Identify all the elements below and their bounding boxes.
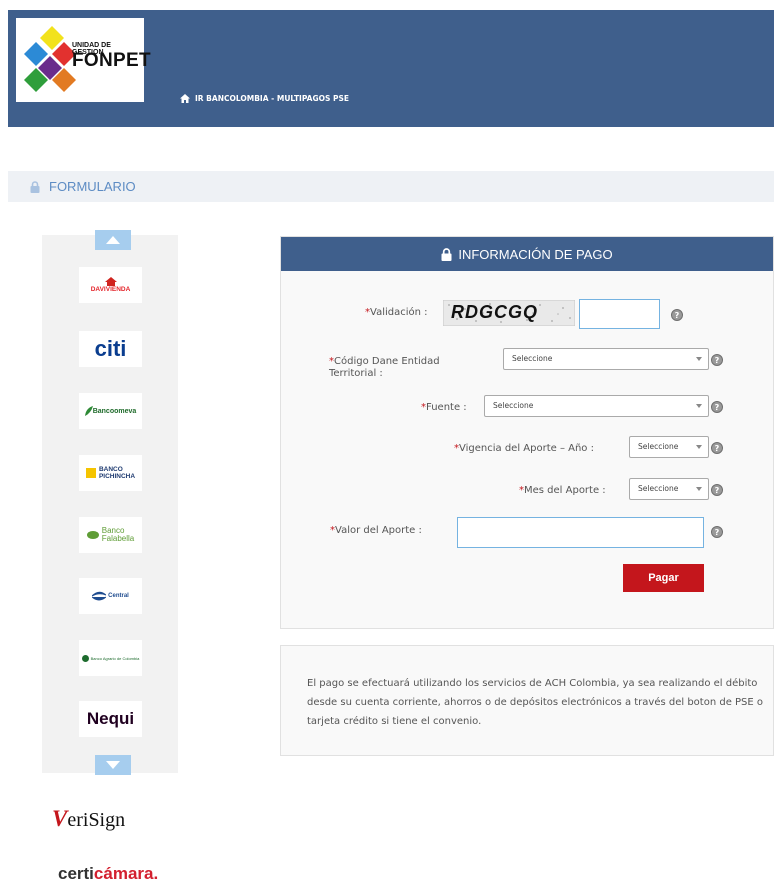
verisign-text: eriSign (67, 809, 126, 831)
valor-label: *Valor del Aporte : (330, 525, 422, 536)
lock-icon (441, 247, 452, 261)
caret-down-icon (696, 487, 702, 491)
form-title: INFORMACIÓN DE PAGO (458, 246, 613, 262)
house-icon (104, 277, 117, 286)
bank-logo-nequi[interactable]: Nequi (79, 701, 142, 737)
bank-logo-davivienda[interactable]: DAVIVIENDA (79, 267, 142, 303)
section-title: FORMULARIO (49, 179, 136, 194)
leaf-icon (84, 406, 93, 416)
pay-button[interactable]: Pagar (623, 564, 704, 592)
bank-name: Central (108, 593, 129, 599)
bank-name: Banco Agrario de Colombia (90, 655, 140, 661)
info-text: El pago se efectuará utilizando los serv… (307, 678, 764, 727)
select-value: Seleccione (512, 354, 553, 363)
fuente-label: *Fuente : (421, 402, 467, 413)
caret-down-icon (696, 357, 702, 361)
verisign-v: V (52, 806, 68, 831)
caret-down-icon (696, 404, 702, 408)
certicamara-text-a: certi (58, 864, 94, 883)
codigo-dane-label: *Código Dane Entidad Territorial : (329, 356, 440, 379)
bank-name: PICHINCHA (98, 473, 136, 480)
fuente-select[interactable]: Seleccione (484, 395, 709, 417)
breadcrumb-link[interactable]: IR BANCOLOMBIA - MULTIPAGOS PSE (195, 94, 349, 103)
central-swoosh-icon (92, 591, 107, 601)
bank-logo-falabella[interactable]: Banco Falabella (79, 517, 142, 553)
breadcrumb[interactable]: IR BANCOLOMBIA - MULTIPAGOS PSE (180, 94, 349, 103)
header-bar: UNIDAD DE GESTION FONPET IR BANCOLOMBIA … (8, 10, 774, 127)
carousel-down-button[interactable] (95, 755, 131, 775)
vigencia-label: *Vigencia del Aporte – Año : (454, 443, 594, 454)
lock-icon (30, 180, 40, 193)
pichincha-mark-icon (85, 468, 96, 478)
bank-logo-citi[interactable]: citi (79, 331, 142, 367)
page: UNIDAD DE GESTION FONPET IR BANCOLOMBIA … (0, 0, 774, 890)
mes-select[interactable]: Seleccione (629, 478, 709, 500)
arrow-down-icon (106, 761, 120, 769)
validacion-input[interactable] (579, 299, 660, 329)
bank-carousel: DAVIVIENDA citi Bancoomeva BANCO PICHINC… (42, 230, 178, 775)
fonpet-logo[interactable]: UNIDAD DE GESTION FONPET (16, 18, 151, 102)
verisign-seal[interactable]: VeriSign (52, 806, 125, 832)
payment-form: INFORMACIÓN DE PAGO *Validación : RDGCGQ… (280, 236, 774, 629)
logo-diamonds-icon (24, 26, 76, 92)
arrow-up-icon (106, 236, 120, 244)
carousel-up-button[interactable] (95, 230, 131, 250)
caret-down-icon (696, 445, 702, 449)
info-box: El pago se efectuará utilizando los serv… (280, 645, 774, 756)
valor-input[interactable] (457, 517, 704, 548)
select-value: Seleccione (638, 484, 679, 493)
bank-name: Nequi (86, 709, 135, 728)
bank-name: BANCO (98, 466, 123, 473)
home-icon (180, 94, 190, 103)
bank-name: DAVIVIENDA (90, 286, 131, 293)
bank-logo-pichincha[interactable]: BANCO PICHINCHA (79, 455, 142, 491)
help-icon[interactable]: ? (711, 526, 723, 538)
help-icon[interactable]: ? (711, 442, 723, 454)
bank-name: Bancoomeva (92, 407, 137, 415)
section-header: FORMULARIO (8, 171, 774, 202)
bank-logo-bancoomeva[interactable]: Bancoomeva (79, 393, 142, 429)
captcha-image: RDGCGQ (442, 299, 576, 327)
help-icon[interactable]: ? (711, 401, 723, 413)
help-icon[interactable]: ? (711, 484, 723, 496)
certicamara-seal[interactable]: certicámara. (58, 864, 158, 884)
help-icon[interactable]: ? (671, 309, 683, 321)
falabella-mark-icon (86, 531, 99, 539)
validacion-label: *Validación : (365, 307, 428, 318)
help-icon[interactable]: ? (711, 354, 723, 366)
logo-title: FONPET (72, 50, 151, 71)
codigo-dane-select[interactable]: Seleccione (503, 348, 709, 370)
select-value: Seleccione (638, 442, 679, 451)
bank-logo-cooperativo-central[interactable]: Central (79, 578, 142, 614)
vigencia-select[interactable]: Seleccione (629, 436, 709, 458)
captcha-text: RDGCGQ (451, 302, 538, 322)
mes-label: *Mes del Aporte : (519, 485, 606, 496)
select-value: Seleccione (493, 401, 534, 410)
agrario-mark-icon (81, 654, 89, 662)
bank-name: Falabella (101, 534, 135, 543)
bank-name: citi (94, 336, 127, 361)
certicamara-text-b: cámara. (93, 864, 159, 883)
form-header: INFORMACIÓN DE PAGO (281, 237, 773, 271)
bank-logo-agrario[interactable]: Banco Agrario de Colombia (79, 640, 142, 676)
